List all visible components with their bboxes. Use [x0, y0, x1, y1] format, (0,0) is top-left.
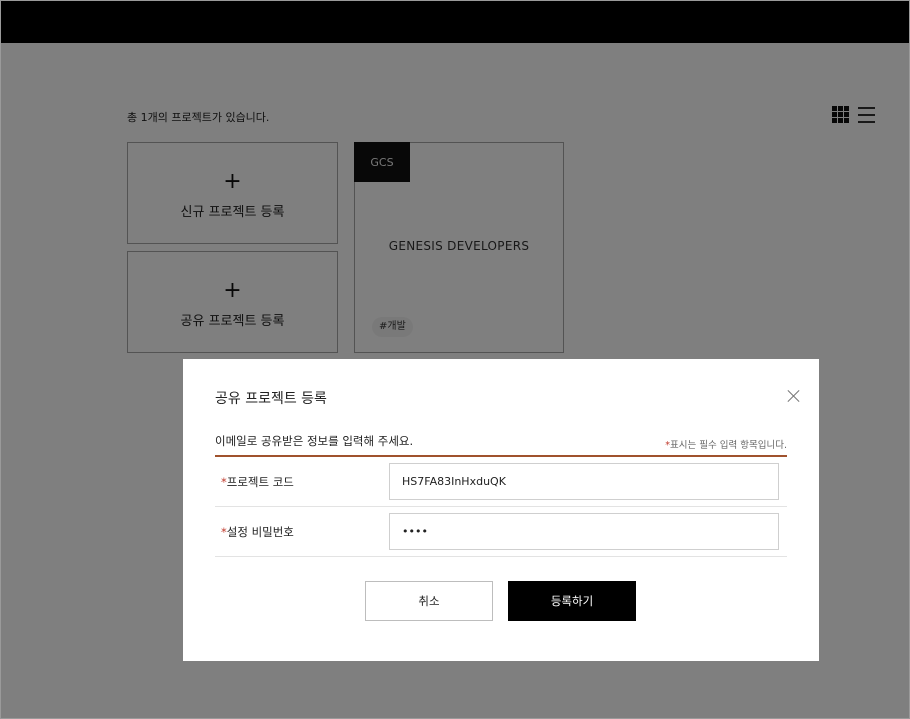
- project-code-row: *프로젝트 코드: [215, 457, 787, 507]
- project-code-label: *프로젝트 코드: [221, 474, 294, 490]
- modal-description: 이메일로 공유받은 정보를 입력해 주세요.: [215, 434, 414, 448]
- app-frame: 총 1개의 프로젝트가 있습니다. + 신규 프로젝트 등록 + 공유 프로젝트…: [0, 0, 910, 719]
- required-note: *표시는 필수 입력 항목입니다.: [665, 437, 787, 451]
- register-button[interactable]: 등록하기: [508, 581, 636, 621]
- cancel-button[interactable]: 취소: [365, 581, 493, 621]
- share-project-modal: 공유 프로젝트 등록 이메일로 공유받은 정보를 입력해 주세요. *표시는 필…: [183, 359, 819, 661]
- project-code-label-text: 프로젝트 코드: [226, 475, 294, 489]
- password-label-text: 설정 비밀번호: [226, 525, 294, 539]
- modal-title: 공유 프로젝트 등록: [215, 391, 327, 407]
- required-note-text: 표시는 필수 입력 항목입니다.: [670, 440, 787, 451]
- password-row: *설정 비밀번호: [215, 507, 787, 557]
- password-label: *설정 비밀번호: [221, 524, 294, 540]
- close-icon[interactable]: [786, 388, 802, 404]
- password-input[interactable]: [389, 513, 779, 550]
- top-header-bar: [1, 1, 909, 43]
- project-code-input[interactable]: [389, 463, 779, 500]
